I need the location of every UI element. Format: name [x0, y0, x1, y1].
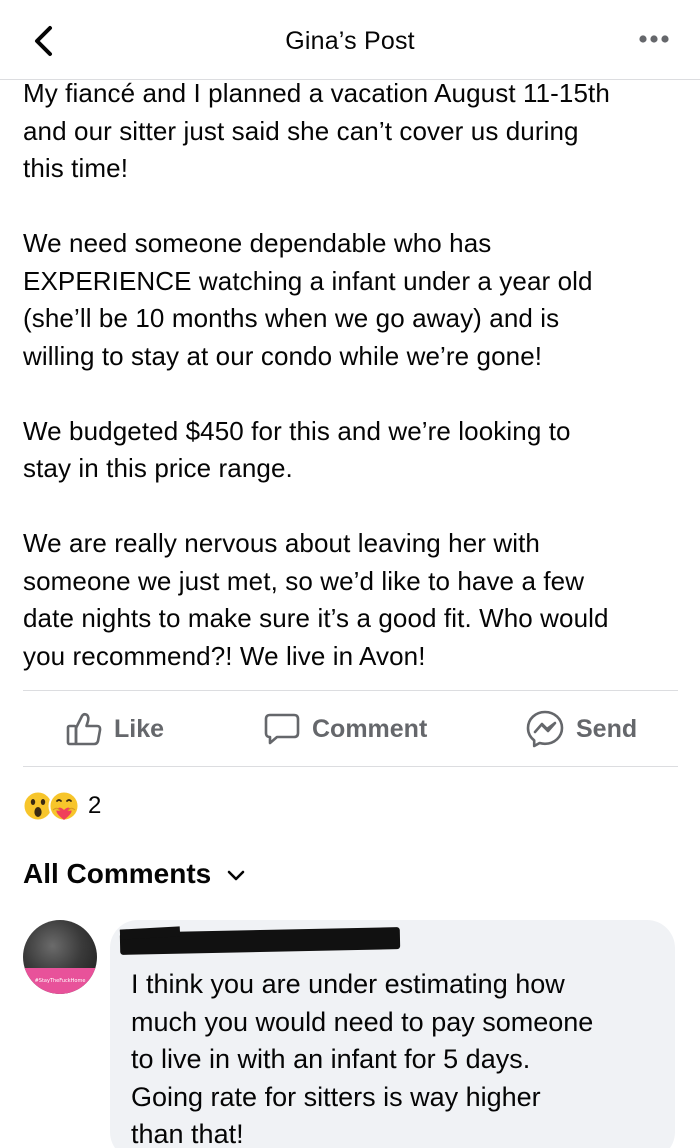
send-button[interactable]: Send	[526, 692, 637, 766]
page-title: Gina’s Post	[285, 27, 415, 55]
post-paragraph: We budgeted $450 for this and we’re look…	[23, 415, 571, 484]
post-page: Gina’s Post My fiancé and I planned a va…	[0, 0, 700, 1148]
reaction-count: 2	[88, 792, 102, 819]
avatar-badge: #StayTheFuckHome	[23, 968, 97, 994]
post-paragraph: We are really nervous about leaving her …	[23, 528, 609, 671]
action-bar-bottom-divider	[23, 766, 678, 767]
comments-header-label: All Comments	[23, 858, 212, 889]
like-button[interactable]: Like	[66, 692, 164, 766]
comment-label: Comment	[312, 714, 428, 743]
messenger-icon	[526, 710, 564, 748]
avatar-badge-text: #StayTheFuckHome	[34, 978, 86, 984]
action-bar-top-divider	[23, 690, 678, 691]
like-label: Like	[114, 714, 165, 743]
top-nav-bar: Gina’s Post	[0, 0, 700, 80]
post-content: My fiancé and I planned a vacation Augus…	[23, 75, 683, 713]
comment-bubble: I think you are under estimating how muc…	[110, 920, 675, 1148]
care-reaction-icon	[48, 790, 80, 822]
post-action-bar: Like Comment Send	[0, 692, 700, 766]
comment-text: I think you are under estimating how muc…	[131, 969, 594, 1148]
commenter-avatar[interactable]: #StayTheFuckHome	[23, 920, 97, 994]
more-horizontal-icon[interactable]	[638, 34, 670, 44]
thumbs-up-icon	[66, 712, 102, 746]
post-paragraph: My fiancé and I planned a vacation Augus…	[23, 78, 610, 183]
speech-bubble-icon	[264, 713, 300, 745]
reactions-summary[interactable]: 2	[22, 788, 101, 824]
post-paragraph: We need someone dependable who has EXPER…	[23, 228, 593, 371]
comment-button[interactable]: Comment	[264, 692, 427, 766]
send-label: Send	[576, 714, 638, 743]
comments-filter-dropdown[interactable]: All Comments	[23, 858, 245, 890]
chevron-down-icon	[227, 870, 245, 881]
